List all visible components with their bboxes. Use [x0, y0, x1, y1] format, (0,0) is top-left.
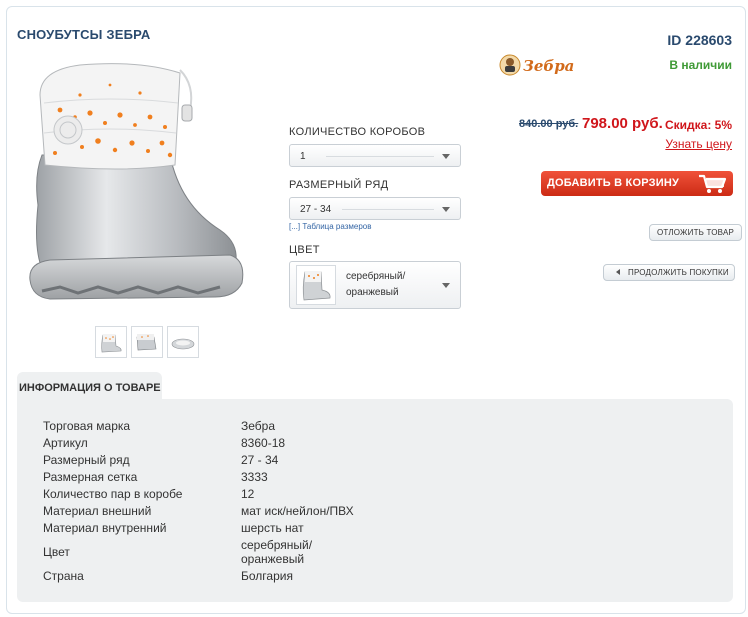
- info-value-outer-material: мат иск/нейлон/ПВХ: [241, 504, 354, 518]
- add-to-cart-button[interactable]: ДОБАВИТЬ В КОРЗИНУ: [541, 171, 733, 196]
- boxes-select[interactable]: 1: [289, 144, 461, 167]
- info-label-size-grid: Размерная сетка: [43, 470, 138, 484]
- page-title: СНОУБУТСЫ ЗЕБРА: [17, 27, 151, 42]
- info-value-size-grid: 3333: [241, 470, 268, 484]
- svg-text:Зебра: Зебра: [523, 57, 574, 75]
- info-label-brand: Торговая марка: [43, 419, 131, 433]
- add-to-cart-label: ДОБАВИТЬ В КОРЗИНУ: [547, 177, 680, 189]
- thumbnail-3[interactable]: [167, 326, 199, 358]
- info-value-color-line1: серебряный/: [241, 538, 313, 552]
- continue-shopping-button[interactable]: ПРОДОЛЖИТЬ ПОКУПКИ: [603, 264, 735, 281]
- size-select-value: 27 - 34: [300, 204, 332, 215]
- info-label-outer-material: Материал внешний: [43, 504, 152, 518]
- postpone-button[interactable]: ОТЛОЖИТЬ ТОВАР: [649, 224, 743, 241]
- info-label-article: Артикул: [43, 436, 88, 450]
- info-value-pairs-per-box: 12: [241, 487, 255, 501]
- tab-product-info[interactable]: ИНФОРМАЦИЯ О ТОВАРЕ: [17, 372, 162, 400]
- info-label-size-range: Размерный ряд: [43, 453, 130, 467]
- color-value-line2: оранжевый: [346, 287, 399, 298]
- info-value-size-range: 27 - 34: [241, 453, 279, 467]
- discount-label: Скидка: 5%: [664, 118, 732, 132]
- divider: [326, 156, 434, 157]
- current-price: 798.00 руб.: [582, 115, 663, 132]
- info-label-pairs-per-box: Количество пар в коробе: [43, 487, 183, 501]
- product-id: ID 228603: [667, 32, 732, 48]
- old-price: 840.00 руб.: [519, 118, 579, 130]
- color-select[interactable]: серебряный/ оранжевый: [289, 261, 461, 309]
- boxes-select-value: 1: [300, 151, 306, 162]
- info-value-color: серебряный/ оранжевый: [241, 538, 312, 566]
- chevron-down-icon: [442, 283, 450, 288]
- brand-logo[interactable]: Зебра: [499, 50, 577, 80]
- color-swatch-image: [296, 265, 336, 305]
- thumbnail-strip: [95, 326, 199, 358]
- color-label: ЦВЕТ: [289, 244, 320, 256]
- continue-shopping-label: ПРОДОЛЖИТЬ ПОКУПКИ: [628, 268, 729, 277]
- thumbnail-2[interactable]: [131, 326, 163, 358]
- chevron-down-icon: [442, 207, 450, 212]
- size-table-link[interactable]: [...] Таблица размеров: [289, 222, 372, 231]
- color-select-value: серебряный/ оранжевый: [346, 269, 426, 301]
- info-value-color-line2: оранжевый: [241, 552, 305, 566]
- info-value-article: 8360-18: [241, 436, 286, 450]
- info-value-inner-material: шерсть нат: [241, 521, 304, 535]
- divider: [342, 209, 434, 210]
- info-label-country: Страна: [43, 569, 84, 583]
- triangle-left-icon: [616, 269, 620, 275]
- cart-icon: [699, 174, 727, 193]
- product-main-image[interactable]: [20, 55, 245, 305]
- size-select[interactable]: 27 - 34: [289, 197, 461, 220]
- know-price-link[interactable]: Узнать цену: [665, 137, 732, 151]
- color-value-line1: серебряный/: [346, 271, 406, 282]
- boxes-label: КОЛИЧЕСТВО КОРОБОВ: [289, 126, 426, 138]
- info-value-brand: Зебра: [241, 419, 276, 433]
- stock-status: В наличии: [669, 58, 732, 72]
- chevron-down-icon: [442, 154, 450, 159]
- info-label-color: Цвет: [43, 545, 70, 559]
- info-label-inner-material: Материал внутренний: [43, 521, 167, 535]
- size-label: РАЗМЕРНЫЙ РЯД: [289, 179, 389, 191]
- thumbnail-1[interactable]: [95, 326, 127, 358]
- info-value-country: Болгария: [241, 569, 293, 583]
